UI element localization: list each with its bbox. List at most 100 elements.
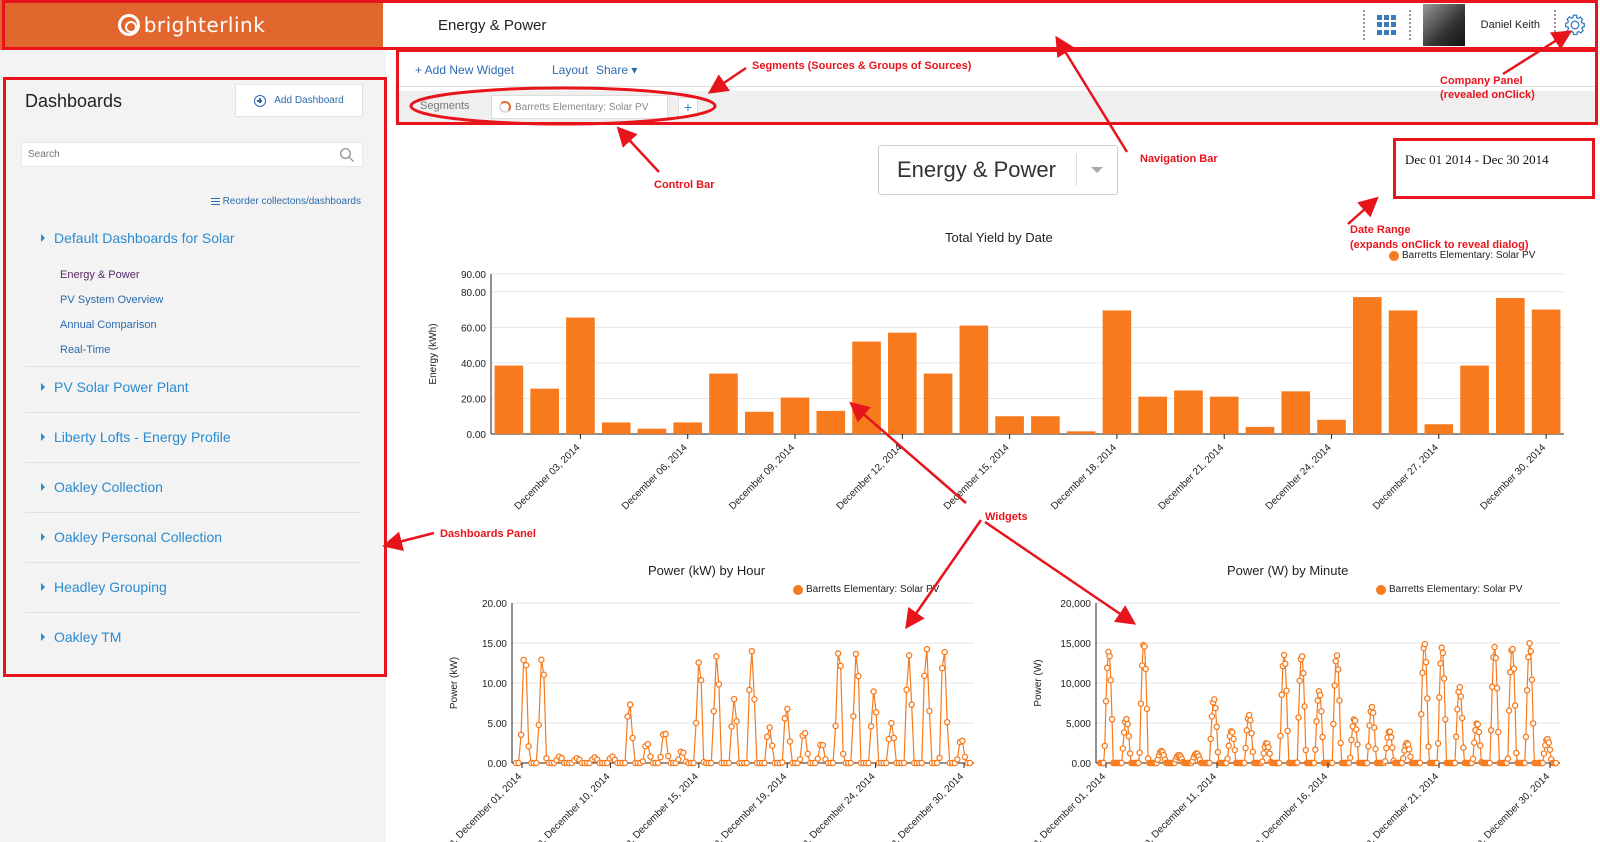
point — [1422, 658, 1430, 666]
annotation-date-range-1: Date Range — [1350, 224, 1411, 236]
point — [779, 759, 786, 766]
bar — [1102, 310, 1132, 434]
bar — [816, 410, 846, 434]
point — [1372, 745, 1379, 753]
point — [885, 735, 893, 743]
bar — [637, 428, 667, 434]
point — [1229, 729, 1236, 736]
point — [1120, 729, 1128, 736]
point — [1545, 739, 1553, 746]
minute-xtick-label: m, December 11, 2014 — [1140, 771, 1219, 842]
yield-xtick-label: December 21, 2014 — [1156, 442, 1226, 512]
annotation-widgets: Widgets — [985, 511, 1028, 523]
point — [1213, 723, 1220, 731]
point — [839, 750, 847, 758]
point — [888, 719, 895, 727]
point — [1141, 643, 1148, 650]
point — [903, 686, 910, 693]
point — [1493, 684, 1501, 692]
point — [847, 759, 855, 767]
yield-xtick-label: December 06, 2014 — [620, 442, 690, 512]
point — [1103, 664, 1111, 672]
point — [743, 759, 751, 767]
minute-ytick-label: 10,000 — [1060, 679, 1091, 690]
point — [1387, 734, 1395, 741]
point — [708, 759, 715, 767]
hourly-xtick-label: m, December 30, 2014 — [886, 771, 966, 842]
point — [1225, 742, 1232, 750]
point — [941, 648, 948, 656]
point — [926, 707, 933, 715]
point — [697, 676, 705, 684]
yield-xtick-label: December 09, 2014 — [727, 442, 797, 512]
annotation-control-bar: Control Bar — [654, 179, 715, 191]
charts-layer: 0.00 20.00 40.00 60.00 80.00 90.00 Energy (kWh… — [428, 270, 1564, 842]
point — [1436, 694, 1443, 701]
point — [1421, 640, 1429, 648]
point — [1142, 665, 1149, 673]
point — [1242, 744, 1249, 752]
yield-xtick-label: December 27, 2014 — [1371, 442, 1441, 512]
point — [766, 724, 773, 731]
point — [1475, 728, 1483, 736]
point — [1440, 675, 1448, 682]
point — [725, 759, 733, 767]
point — [1509, 645, 1516, 653]
point — [1332, 657, 1340, 665]
point — [1334, 666, 1342, 673]
bar — [1066, 431, 1096, 434]
point — [733, 717, 740, 725]
point — [710, 707, 718, 715]
point — [763, 733, 771, 741]
point — [1504, 755, 1512, 762]
point — [1381, 758, 1389, 765]
point — [1276, 759, 1283, 767]
point — [675, 756, 682, 763]
point — [522, 661, 530, 669]
annotation-company-panel-1: Company Panel — [1440, 75, 1523, 87]
point — [1470, 739, 1478, 746]
point — [1527, 648, 1534, 655]
point — [850, 713, 857, 720]
bar — [1138, 396, 1167, 434]
point — [966, 759, 974, 767]
point — [959, 737, 966, 745]
point — [690, 759, 697, 767]
point — [1452, 733, 1460, 741]
point — [867, 723, 875, 730]
yield-xtick-label: December 30, 2014 — [1478, 442, 1548, 512]
point — [1212, 704, 1219, 712]
point — [905, 652, 913, 659]
bar — [959, 325, 989, 434]
point — [1124, 720, 1131, 728]
yield-ytick-label: 80.00 — [461, 288, 486, 299]
point — [1521, 759, 1528, 767]
point — [1248, 730, 1255, 737]
point — [865, 759, 872, 767]
point — [829, 759, 837, 767]
point — [1383, 744, 1390, 752]
point — [533, 759, 540, 767]
point — [1313, 718, 1320, 725]
point — [832, 722, 839, 730]
point — [1126, 750, 1134, 757]
point — [1458, 714, 1466, 722]
point — [695, 659, 702, 666]
hourly-ytick-label: 10.00 — [482, 679, 507, 690]
point — [1425, 743, 1432, 750]
point — [1510, 665, 1518, 672]
point — [1282, 660, 1289, 668]
point — [1454, 706, 1461, 713]
point — [1118, 759, 1125, 767]
hourly-ytick-label: 0.00 — [488, 759, 508, 770]
yield-xtick-label: December 18, 2014 — [1049, 442, 1119, 512]
annotation-segments: Segments (Sources & Groups of Sources) — [752, 60, 972, 72]
point — [1439, 649, 1447, 657]
hourly-xtick-label: m, December 10, 2014 — [533, 771, 613, 842]
point — [1424, 695, 1431, 702]
point — [1389, 744, 1396, 751]
point — [525, 743, 532, 750]
point — [647, 753, 654, 760]
point — [1135, 759, 1142, 767]
point — [933, 759, 941, 767]
